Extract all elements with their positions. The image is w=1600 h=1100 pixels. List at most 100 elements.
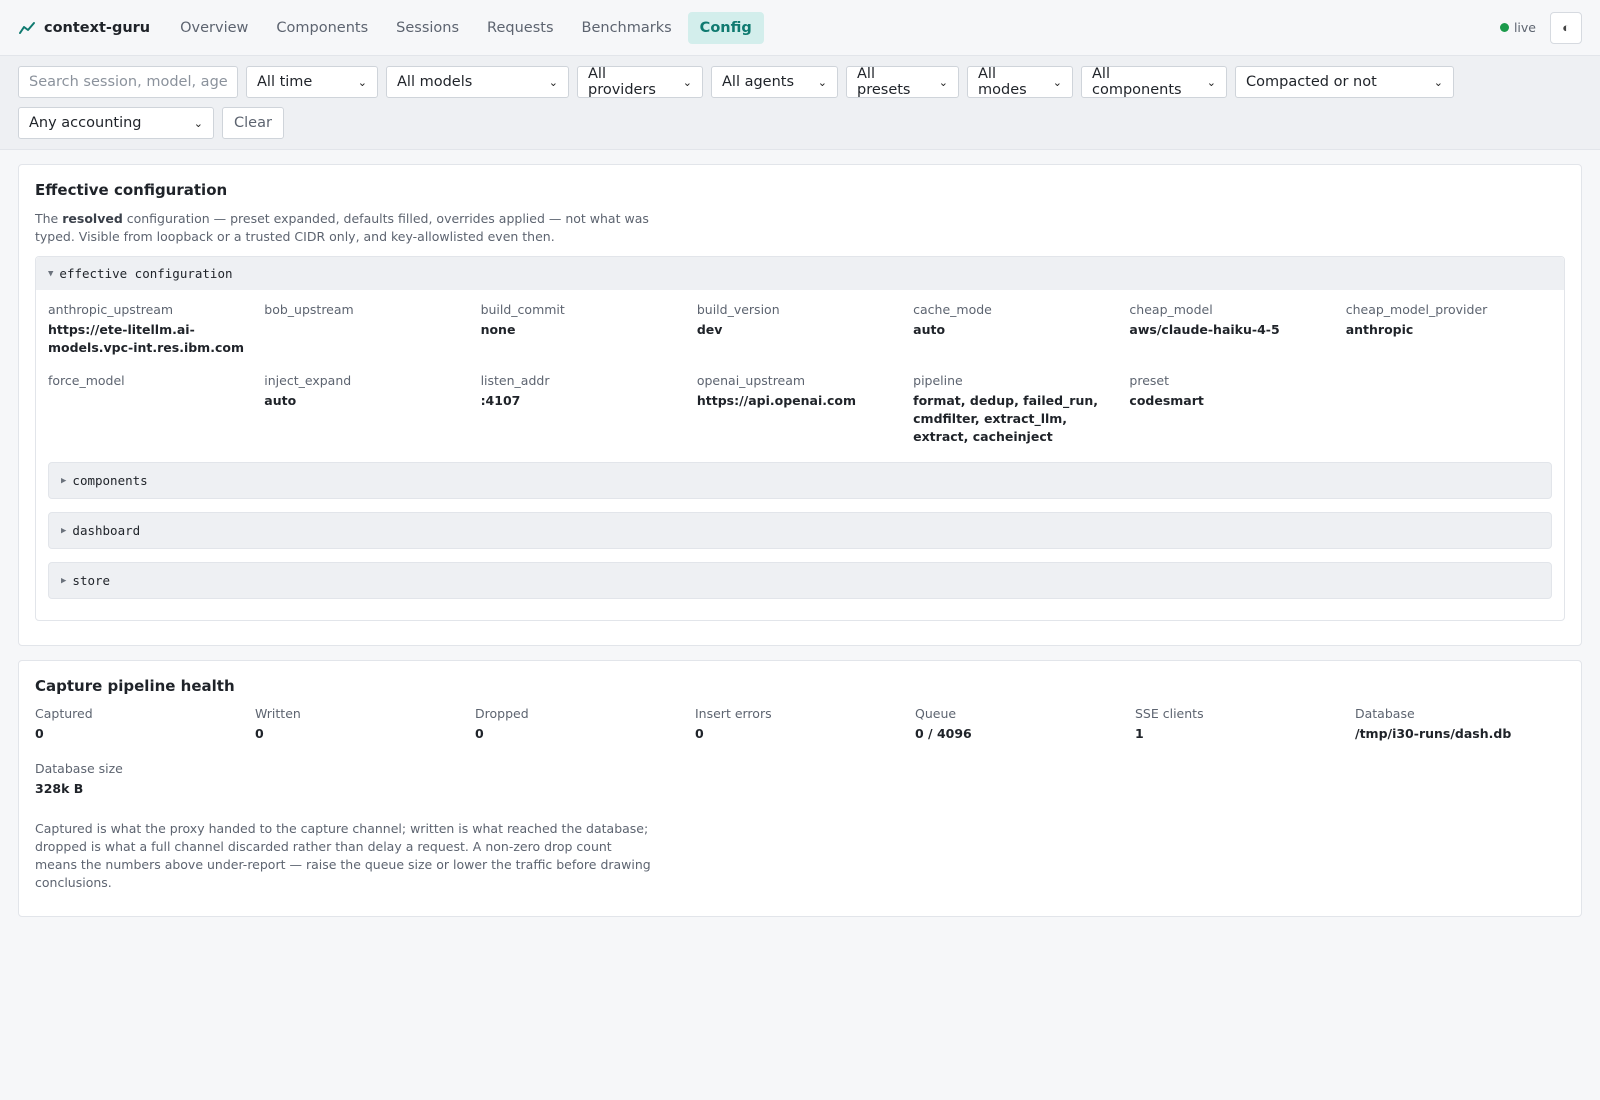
clear-filters-button[interactable]: Clear: [222, 107, 284, 139]
config-field: preset codesmart: [1129, 373, 1335, 446]
config-value: auto: [264, 393, 297, 408]
config-value: :4107: [480, 393, 521, 408]
chevron-down-icon: ⌄: [938, 75, 948, 89]
health-stat: Database/tmp/i30-runs/dash.db: [1355, 706, 1565, 743]
dashboard-summary-label: dashboard: [72, 523, 141, 538]
health-stat: Database size 328k B: [35, 761, 245, 798]
nav-requests[interactable]: Requests: [475, 12, 565, 44]
config-value: aws/claude-haiku-4-5: [1129, 322, 1280, 337]
effective-configuration-title: Effective configuration: [35, 181, 228, 199]
health-stat: Insert errors 0: [695, 706, 905, 743]
accounting-select-value: Any accounting: [29, 115, 142, 131]
providers-select[interactable]: All providers ⌄: [577, 66, 703, 98]
health-stat: Dropped 0: [475, 706, 685, 743]
accounting-select[interactable]: Any accounting ⌄: [18, 107, 214, 139]
config-key: force_model: [48, 373, 125, 388]
live-status-dot: [1499, 23, 1509, 32]
stat-value: 1: [1135, 726, 1144, 741]
chevron-down-icon: ⌄: [1433, 75, 1443, 89]
agents-select-value: All agents: [722, 74, 795, 90]
stat-label: Captured: [35, 706, 93, 721]
config-field: cheap_model_provider anthropic: [1346, 302, 1552, 357]
brand[interactable]: context-guru: [18, 19, 150, 37]
health-stat: Written 0: [255, 706, 465, 743]
config-field: build_version dev: [697, 302, 903, 357]
search-input[interactable]: [18, 66, 238, 98]
config-key: build_version: [696, 302, 780, 317]
stat-value: 0: [695, 726, 704, 741]
capture-pipeline-health-card: Capture pipeline health Captured 0 Writte…: [18, 660, 1582, 917]
components-summary[interactable]: ▶ components: [49, 463, 1551, 498]
effective-configuration-summary[interactable]: ▼ effective configuration: [36, 257, 1564, 290]
presets-select[interactable]: All presets ⌄: [846, 66, 959, 98]
components-select-value: All components: [1092, 66, 1182, 98]
config-fields-grid: anthropic_upstream https://ete-litellm.ai…: [36, 290, 1564, 460]
models-select[interactable]: All models ⌄: [386, 66, 569, 98]
desc-text-post: configuration — preset expanded, default…: [35, 211, 649, 244]
live-indicator: live: [1499, 20, 1536, 35]
config-value: https://api.openai.com: [696, 393, 857, 408]
effective-configuration-description: The resolved configuration — preset expa…: [35, 210, 655, 246]
theme-toggle-button[interactable]: ◐: [1550, 11, 1582, 44]
effective-configuration-card: Effective configuration The resolved con…: [18, 164, 1582, 646]
nav-overview[interactable]: Overview: [168, 12, 260, 44]
models-select-value: All models: [397, 74, 473, 90]
config-key: preset: [1129, 373, 1170, 388]
components-details: ▶ components: [48, 462, 1552, 499]
effective-configuration-summary-label: effective configuration: [59, 266, 233, 281]
health-stat: Captured 0: [35, 706, 245, 743]
providers-select-value: All providers: [588, 66, 656, 98]
effective-configuration-details: ▼ effective configuration anthropic_upst…: [35, 256, 1565, 621]
stat-label: Database: [1355, 706, 1415, 721]
activity-icon: [19, 21, 35, 34]
triangle-right-icon: ▶: [61, 475, 67, 486]
modes-select[interactable]: All modes ⌄: [967, 66, 1073, 98]
config-key: cheap_model_provider: [1345, 302, 1488, 317]
config-field: bob_upstream: [264, 302, 470, 357]
stat-value: 0: [35, 726, 44, 741]
stat-label: Database size: [35, 761, 123, 776]
config-value: https://ete-litellm.ai-models.vpc-int.re…: [48, 322, 244, 355]
store-summary[interactable]: ▶ store: [49, 563, 1551, 598]
health-stats-grid: Captured 0 Written 0 Dropped 0 Insert error…: [35, 706, 1565, 798]
chevron-down-icon: ⌄: [817, 75, 827, 89]
desc-text-bold: resolved: [62, 211, 123, 226]
health-stat: SSE clients 1: [1135, 706, 1345, 743]
store-summary-label: store: [72, 573, 111, 588]
modes-select-value: All modes: [978, 66, 1027, 98]
app-name: context-guru: [44, 19, 151, 36]
config-value: auto: [913, 322, 946, 337]
components-summary-label: components: [72, 473, 148, 488]
config-value: format, dedup, failed_run, cmdfilter, ex…: [913, 393, 1099, 444]
config-field: cheap_model aws/claude-haiku-4-5: [1129, 302, 1335, 357]
triangle-right-icon: ▶: [61, 525, 67, 536]
config-value: none: [480, 322, 516, 337]
stat-value: /tmp/i30-runs/dash.db: [1355, 726, 1512, 741]
config-key: inject_expand: [264, 373, 352, 388]
chevron-down-icon: ⌄: [1052, 75, 1062, 89]
capture-pipeline-health-description: Captured is what the proxy handed to the…: [35, 821, 651, 890]
nav-sessions[interactable]: Sessions: [384, 12, 471, 44]
agents-select[interactable]: All agents ⌄: [711, 66, 838, 98]
stat-label: SSE clients: [1135, 706, 1204, 721]
nav-benchmarks[interactable]: Benchmarks: [570, 12, 684, 44]
compacted-select[interactable]: Compacted or not ⌄: [1235, 66, 1454, 98]
nav-config[interactable]: Config: [687, 11, 764, 44]
components-select[interactable]: All components ⌄: [1081, 66, 1227, 98]
time-select[interactable]: All time ⌄: [246, 66, 378, 98]
config-key: cache_mode: [913, 302, 992, 317]
config-field: openai_upstream https://api.openai.com: [697, 373, 903, 446]
config-key: build_commit: [480, 302, 565, 317]
dashboard-summary[interactable]: ▶ dashboard: [49, 513, 1551, 548]
nav-components[interactable]: Components: [264, 12, 380, 44]
stat-value: 0: [475, 726, 484, 741]
config-key: pipeline: [913, 373, 963, 388]
config-field: inject_expandauto: [264, 373, 470, 446]
store-details: ▶ store: [48, 562, 1552, 599]
chevron-down-icon: ⌄: [548, 75, 558, 89]
stat-label: Queue: [915, 706, 957, 721]
health-stat: Queue 0 / 4096: [915, 706, 1125, 743]
contrast-icon: ◐: [1562, 20, 1570, 35]
triangle-right-icon: ▶: [61, 575, 67, 586]
compacted-select-value: Compacted or not: [1246, 74, 1377, 90]
